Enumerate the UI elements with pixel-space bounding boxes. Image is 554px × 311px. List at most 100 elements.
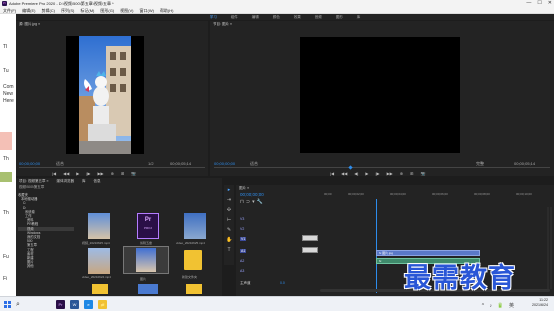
tab-media-browser[interactable]: 媒体浏览器	[56, 178, 74, 184]
menu-sequence[interactable]: 序列(S)	[61, 7, 74, 13]
tab-libraries[interactable]: 库	[82, 178, 86, 184]
go-to-in-icon[interactable]: |◀	[52, 171, 56, 176]
video-clip[interactable]: fx 图片.jpg	[376, 250, 480, 256]
tab-project[interactable]: 项目: 视频第五章 ≡	[19, 178, 48, 184]
close-button[interactable]: ✕	[548, 0, 552, 7]
timeline-playhead[interactable]	[376, 199, 377, 293]
master-volume-value[interactable]: 0.0	[280, 281, 285, 285]
track-label-v1[interactable]: V1	[240, 237, 247, 241]
step-forward-icon[interactable]: |▶	[375, 171, 379, 176]
ruler-label: 00;00;10;00	[516, 192, 532, 196]
go-to-in-icon[interactable]: |◀	[330, 171, 334, 176]
taskbar-browser-icon[interactable]: e	[84, 300, 93, 309]
timeline-tab[interactable]: 图片 ≡	[239, 185, 249, 191]
workspace-effects[interactable]: 效果	[294, 14, 301, 20]
bin-item-video-4[interactable]	[138, 284, 158, 294]
menu-edit[interactable]: 编辑(E)	[22, 7, 35, 13]
program-timecode-in[interactable]: 00;00;00;00	[214, 161, 235, 166]
menu-help[interactable]: 帮助(H)	[160, 7, 174, 13]
track-label-a3[interactable]: A3	[240, 269, 244, 273]
tree-item[interactable]: 其他	[18, 264, 74, 268]
windows-taskbar: ⌕ Pr W e 📁 ^ ♪ 🔋 英 11:22 2021/6/24	[0, 296, 554, 311]
razor-tool-icon[interactable]: ⊢	[226, 217, 232, 223]
ripple-edit-tool-icon[interactable]: ✣	[226, 207, 232, 213]
extract-icon[interactable]: ⊞	[410, 171, 413, 176]
export-frame-icon[interactable]: 📷	[131, 171, 136, 176]
track-select-tool-icon[interactable]: ⇥	[226, 197, 232, 203]
input-language-indicator[interactable]: 英	[509, 303, 516, 309]
program-playhead[interactable]	[348, 165, 353, 170]
insert-icon[interactable]: ⊕	[111, 171, 114, 176]
source-patch-a1[interactable]	[302, 247, 318, 253]
source-monitor-tab[interactable]: 源: 图片.jpg ≡	[19, 21, 40, 27]
menu-markers[interactable]: 标记(M)	[80, 7, 94, 13]
source-fit-select[interactable]: 适合	[56, 161, 64, 166]
tools-panel: ▸ ⇥ ✣ ⊢ ✎ ✋ T	[224, 185, 234, 265]
taskbar-premiere-icon[interactable]: Pr	[56, 300, 65, 309]
folder-icon[interactable]	[92, 284, 108, 294]
workspace-assembly[interactable]: 组件	[231, 14, 238, 20]
play-icon[interactable]: ▶	[365, 171, 368, 176]
system-tray-icons[interactable]: ^ ♪ 🔋 英	[482, 302, 516, 309]
taskbar-word-icon[interactable]: W	[70, 300, 79, 309]
source-patch-v1[interactable]	[302, 235, 318, 241]
bin-item-sequence-selected[interactable]	[123, 246, 169, 274]
bin-item-video-3[interactable]	[88, 248, 110, 274]
maximize-button[interactable]: ☐	[537, 0, 541, 7]
track-label-a2[interactable]: A2	[240, 259, 244, 263]
menu-clip[interactable]: 剪辑(C)	[41, 7, 55, 13]
play-icon[interactable]: ▶	[76, 171, 79, 176]
menu-view[interactable]: 视图(V)	[120, 7, 133, 13]
folder-icon[interactable]	[186, 284, 202, 294]
premiere-project-icon[interactable]: Pr PROJ	[137, 213, 159, 239]
hand-tool-icon[interactable]: ✋	[226, 237, 232, 243]
track-label-a1[interactable]: A1	[240, 249, 247, 253]
strip-text: Th	[3, 156, 9, 162]
selection-tool-icon[interactable]: ▸	[226, 187, 232, 193]
step-forward-icon[interactable]: |▶	[86, 171, 90, 176]
source-timecode-in[interactable]: 00;00;00;00	[19, 161, 40, 166]
program-scrub-bar[interactable]	[214, 167, 550, 168]
export-frame-icon[interactable]: 📷	[420, 171, 425, 176]
ruler-label: 00;00;06;00	[432, 192, 448, 196]
source-scrub-bar[interactable]	[19, 167, 205, 168]
timeline-timecode[interactable]: 00;00;00;00	[240, 192, 264, 197]
step-back-frame-icon[interactable]: ◀|	[354, 171, 358, 176]
tab-info[interactable]: 信息	[93, 178, 100, 184]
bin-item-video-2[interactable]	[184, 213, 206, 239]
pen-tool-icon[interactable]: ✎	[226, 227, 232, 233]
lift-icon[interactable]: ⊕	[400, 171, 403, 176]
source-ratio-select[interactable]: 1/2	[148, 161, 154, 166]
settings-icon[interactable]: 🔧	[257, 199, 265, 205]
search-icon[interactable]: ⌕	[16, 300, 36, 309]
workspace-audio[interactable]: 音频	[315, 14, 322, 20]
workspace-editing[interactable]: 编辑	[252, 14, 259, 20]
menu-graphics[interactable]: 图形(G)	[100, 7, 114, 13]
minimize-button[interactable]: —	[526, 0, 531, 7]
menu-window[interactable]: 窗口(W)	[139, 7, 153, 13]
bin-item-video-1[interactable]	[88, 213, 110, 239]
clock[interactable]: 11:22 2021/6/24	[532, 298, 548, 308]
program-monitor-tab[interactable]: 节目: 图片 ≡	[213, 21, 232, 27]
program-timecode-out: 00;00;05;14	[514, 161, 536, 166]
folder-tree: 收藏夹 本地驱动器 C: D: 系统卷 工作 资料 PR教程 视频 Window…	[18, 193, 74, 293]
workspace-learn[interactable]: 学习	[210, 14, 217, 20]
overwrite-icon[interactable]: ⊞	[121, 171, 124, 176]
track-label-v2[interactable]: V2	[240, 227, 244, 231]
go-to-out-icon[interactable]: ▶▶	[97, 171, 103, 176]
program-fit-select[interactable]: 适合	[250, 161, 258, 166]
workspace-graphics[interactable]: 图形	[336, 14, 343, 20]
track-label-v3[interactable]: V3	[240, 217, 244, 221]
workspace-libraries[interactable]: 库	[357, 14, 361, 20]
go-to-out-icon[interactable]: ▶▶	[387, 171, 393, 176]
type-tool-icon[interactable]: T	[226, 247, 232, 253]
workspace-color[interactable]: 颜色	[273, 14, 280, 20]
menu-file[interactable]: 文件(F)	[3, 7, 16, 13]
start-button[interactable]	[4, 301, 11, 308]
folder-icon[interactable]	[184, 250, 202, 270]
ruler-label: 00;00	[324, 192, 332, 196]
step-back-icon[interactable]: ◀◀	[341, 171, 347, 176]
step-back-icon[interactable]: ◀◀	[63, 171, 69, 176]
program-ratio-select[interactable]: 完整	[476, 161, 484, 166]
taskbar-explorer-icon[interactable]: 📁	[98, 300, 107, 309]
